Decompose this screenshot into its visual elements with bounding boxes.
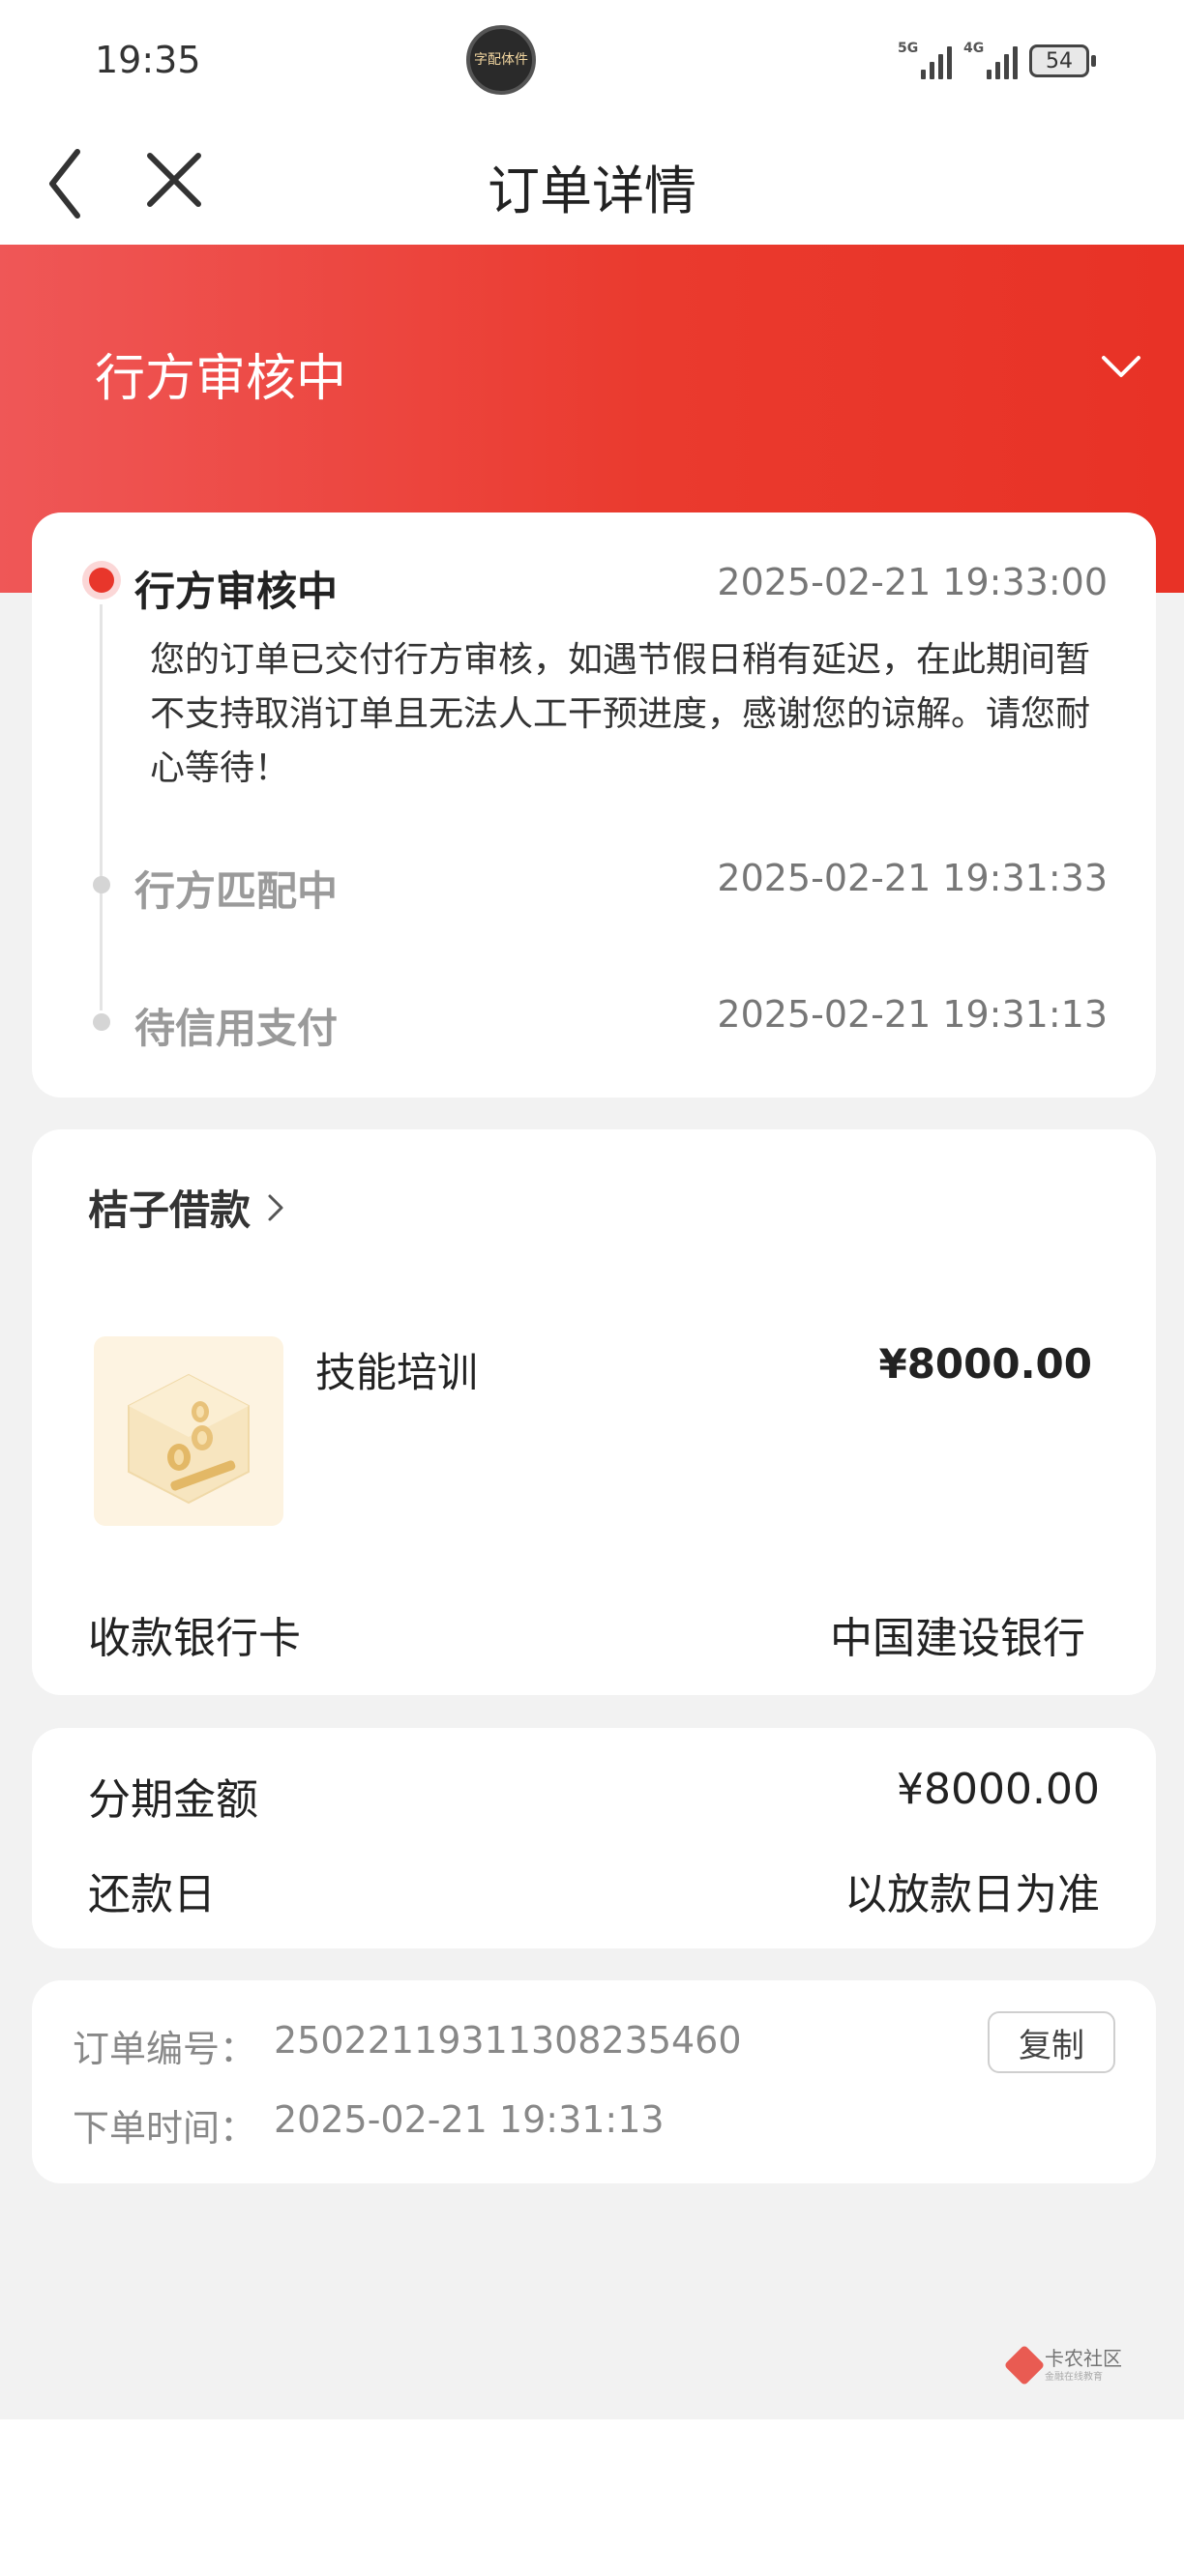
order-time-row: 下单时间： 2025-02-21 19:31:13 <box>73 2098 665 2152</box>
timeline-dot-icon <box>93 876 110 893</box>
timeline-step-description: 您的订单已交付行方审核，如遇节假日稍有延迟，在此期间暂不支持取消订单且无法人工干… <box>150 640 1091 788</box>
merchant-name: 桔子借款 <box>88 1186 252 1234</box>
network-label-4g: 4G <box>963 41 985 56</box>
product-card: 桔子借款 技能培训 ¥8000.00 收款银行卡 中国建设银行 <box>32 1129 1156 1695</box>
repay-day-value: 以放款日为准 <box>844 1870 1100 1919</box>
status-bar: 19:35 字配体件 5G 4G 54 <box>0 0 1184 121</box>
watermark-logo: 卡农社区 金融在线教育 <box>1003 2344 1136 2386</box>
status-header-title: 行方审核中 <box>95 350 347 408</box>
timeline-step-title: 待信用支付 <box>134 1005 339 1052</box>
order-number-row: 订单编号： 250221193113082354​60 <box>73 2019 742 2072</box>
product-image <box>94 1336 283 1526</box>
chevron-right-icon <box>268 1194 283 1220</box>
bank-card-value: 中国建设银行 <box>830 1614 1085 1663</box>
app-notification-icon: 字配体件 <box>466 25 536 95</box>
bank-card-label: 收款银行卡 <box>88 1614 301 1663</box>
page-title: 订单详情 <box>488 161 696 221</box>
repay-day-row: 还款日 以放款日为准 <box>88 1859 1100 1921</box>
amount-card: 分期金额 ¥8000.00 还款日 以放款日为准 <box>32 1728 1156 1948</box>
timeline-step-time: 2025-02-21 19:31:13 <box>717 993 1108 1036</box>
order-time-value: 2025-02-21 19:31:13 <box>274 2098 665 2141</box>
repay-day-label: 还款日 <box>88 1870 216 1919</box>
timeline-step-time: 2025-02-21 19:33:00 <box>717 561 1108 603</box>
timeline-dot-icon <box>93 1013 110 1031</box>
product-price: ¥8000.00 <box>878 1340 1092 1388</box>
timeline-line <box>100 604 103 1010</box>
order-info-card: 订单编号： 250221193113082354​60 下单时间： 2025-0… <box>32 1980 1156 2183</box>
order-number-value: 250221193113082354​60 <box>274 2019 742 2062</box>
watermark-name: 卡农社区 <box>1045 2346 1122 2370</box>
merchant-link[interactable]: 桔子借款 <box>88 1178 287 1237</box>
order-number-label: 订单编号： <box>73 2028 257 2070</box>
timeline-step-title: 行方匹配中 <box>134 867 339 915</box>
signal-4g-icon: 4G <box>963 41 1018 79</box>
bottom-bar <box>0 2419 1184 2576</box>
nav-bar: 订单详情 <box>0 121 1184 245</box>
timeline-card: 行方审核中 2025-02-21 19:33:00 您的订单已交付行方审核，如遇… <box>32 512 1156 1098</box>
status-time: 19:35 <box>95 39 201 81</box>
installment-label: 分期金额 <box>88 1775 258 1825</box>
timeline-active-dot-icon <box>82 561 121 600</box>
chevron-down-icon[interactable] <box>1098 346 1144 385</box>
battery-icon: 54 <box>1029 44 1096 77</box>
product-name: 技能培训 <box>315 1349 479 1396</box>
timeline-step-time: 2025-02-21 19:31:33 <box>717 857 1108 899</box>
network-label-5g: 5G <box>898 41 919 56</box>
installment-value: ¥8000.00 <box>897 1765 1100 1814</box>
battery-level: 54 <box>1046 48 1073 73</box>
watermark-sub: 金融在线教育 <box>1045 2371 1103 2383</box>
copy-button[interactable]: 复制 <box>988 2011 1115 2073</box>
signal-5g-icon: 5G <box>898 41 952 79</box>
app-icon-text: 字配体件 <box>474 51 528 68</box>
order-time-label: 下单时间： <box>73 2107 257 2150</box>
installment-row: 分期金额 ¥8000.00 <box>88 1765 1100 1827</box>
watermark-icon <box>1003 2344 1046 2386</box>
timeline-step-title: 行方审核中 <box>134 568 339 615</box>
